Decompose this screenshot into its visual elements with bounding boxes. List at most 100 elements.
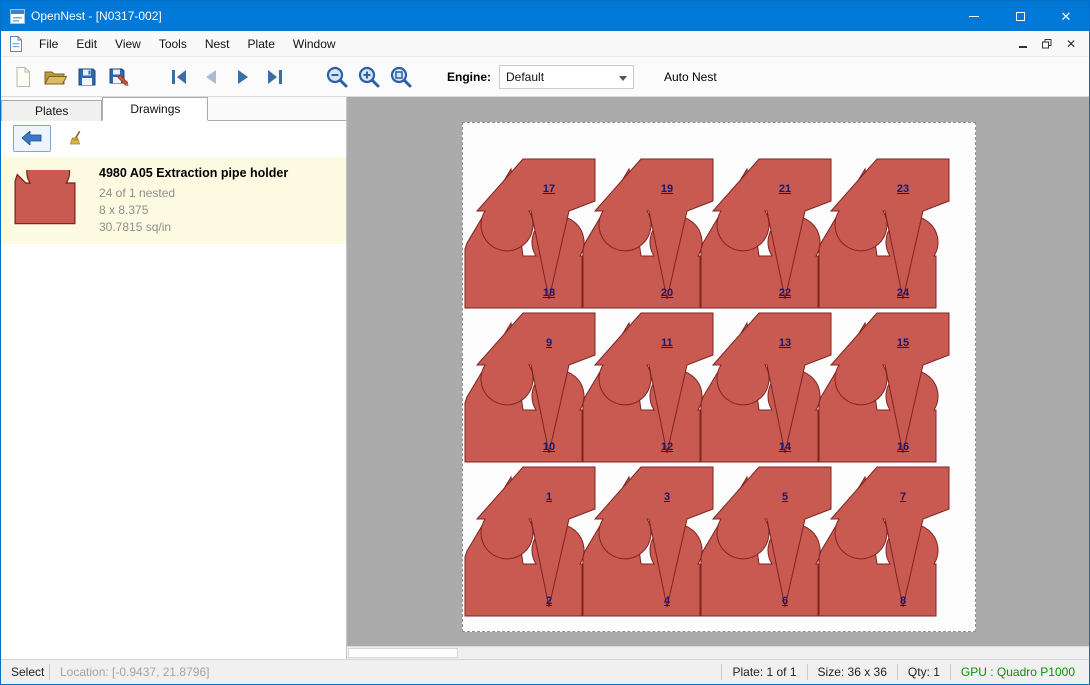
- close-button[interactable]: ✕: [1043, 1, 1089, 31]
- first-icon: [168, 66, 190, 88]
- nested-part-pair[interactable]: 9 10: [465, 311, 583, 464]
- new-button[interactable]: [7, 61, 39, 93]
- drawing-list-item[interactable]: 4980 A05 Extraction pipe holder 24 of 1 …: [1, 157, 346, 244]
- nest-canvas[interactable]: 17 18 19 20 21 22 23 24: [347, 97, 1089, 659]
- status-size: Size: 36 x 36: [808, 665, 897, 679]
- nested-part-pair[interactable]: 7 8: [819, 465, 937, 618]
- app-icon: [10, 9, 25, 24]
- chevron-down-icon: [619, 76, 627, 81]
- part-number-label: 1: [536, 491, 562, 503]
- status-mode: Select: [1, 665, 49, 679]
- minimize-icon: [969, 16, 979, 17]
- drawing-dimensions: 8 x 8.375: [99, 202, 288, 219]
- nested-part-pair[interactable]: 11 12: [583, 311, 701, 464]
- last-plate-button[interactable]: [259, 61, 291, 93]
- part-number-label: 11: [654, 337, 680, 349]
- nested-part-pair[interactable]: 15 16: [819, 311, 937, 464]
- nested-part-pair[interactable]: 1 2: [465, 465, 583, 618]
- menu-item-tools[interactable]: Tools: [150, 31, 196, 57]
- nested-part-pair[interactable]: 23 24: [819, 157, 937, 310]
- nested-part-pair[interactable]: 19 20: [583, 157, 701, 310]
- part-number-label: 12: [654, 441, 680, 453]
- status-qty: Qty: 1: [898, 665, 950, 679]
- part-number-label: 21: [772, 183, 798, 195]
- minimize-button[interactable]: [951, 1, 997, 31]
- menu-item-window[interactable]: Window: [284, 31, 345, 57]
- drawing-info: 4980 A05 Extraction pipe holder 24 of 1 …: [99, 166, 288, 235]
- app-window: OpenNest - [N0317-002] ✕ File Edit View …: [0, 0, 1090, 685]
- part-number-label: 13: [772, 337, 798, 349]
- nest-row: 9 10 11 12 13 14 15 16: [465, 311, 937, 464]
- menu-item-plate[interactable]: Plate: [239, 31, 284, 57]
- maximize-button[interactable]: [997, 1, 1043, 31]
- nested-part-pair[interactable]: 13 14: [701, 311, 819, 464]
- zoom-fit-button[interactable]: [385, 61, 417, 93]
- menu-item-nest[interactable]: Nest: [196, 31, 239, 57]
- plate-sheet[interactable]: 17 18 19 20 21 22 23 24: [462, 122, 976, 632]
- part-number-label: 6: [772, 595, 798, 607]
- zoom-out-button[interactable]: [321, 61, 353, 93]
- main-toolbar: Engine: Default Auto Nest: [1, 57, 1089, 97]
- part-number-label: 5: [772, 491, 798, 503]
- tab-plates[interactable]: Plates: [1, 100, 102, 121]
- new-file-icon: [12, 66, 34, 88]
- part-number-label: 9: [536, 337, 562, 349]
- mdi-minimize-icon: [1019, 46, 1027, 48]
- menu-item-view[interactable]: View: [106, 31, 150, 57]
- drawing-nested-count: 24 of 1 nested: [99, 185, 288, 202]
- mdi-restore-button[interactable]: [1035, 34, 1059, 54]
- zoom-fit-icon: [389, 65, 413, 89]
- mdi-minimize-button[interactable]: [1011, 34, 1035, 54]
- mdi-close-icon: ✕: [1066, 37, 1076, 51]
- save-edit-button[interactable]: [103, 61, 135, 93]
- broom-icon: [69, 126, 85, 150]
- menu-item-edit[interactable]: Edit: [67, 31, 106, 57]
- drawing-title: 4980 A05 Extraction pipe holder: [99, 166, 288, 180]
- part-number-label: 8: [890, 595, 916, 607]
- part-number-label: 10: [536, 441, 562, 453]
- status-plate: Plate: 1 of 1: [722, 665, 806, 679]
- previous-plate-button[interactable]: [195, 61, 227, 93]
- nested-part-pair[interactable]: 17 18: [465, 157, 583, 310]
- sidebar: Plates Drawings 4980 A05 Extraction pipe…: [1, 97, 347, 659]
- open-button[interactable]: [39, 61, 71, 93]
- tab-drawings[interactable]: Drawings: [102, 97, 208, 121]
- import-drawing-button[interactable]: [13, 125, 51, 152]
- horizontal-scrollbar[interactable]: [347, 646, 1089, 659]
- title-bar: OpenNest - [N0317-002] ✕: [1, 1, 1089, 31]
- blue-arrow-icon: [22, 131, 42, 145]
- next-plate-button[interactable]: [227, 61, 259, 93]
- part-number-label: 20: [654, 287, 680, 299]
- part-number-label: 15: [890, 337, 916, 349]
- auto-nest-button[interactable]: Auto Nest: [658, 69, 723, 85]
- document-icon[interactable]: [9, 36, 23, 52]
- nested-part-pair[interactable]: 21 22: [701, 157, 819, 310]
- previous-icon: [200, 66, 222, 88]
- next-icon: [232, 66, 254, 88]
- part-number-label: 2: [536, 595, 562, 607]
- zoom-in-button[interactable]: [353, 61, 385, 93]
- part-number-label: 24: [890, 287, 916, 299]
- engine-select[interactable]: Default: [499, 65, 634, 89]
- open-folder-icon: [43, 66, 67, 88]
- save-edit-icon: [108, 66, 130, 88]
- first-plate-button[interactable]: [163, 61, 195, 93]
- mdi-close-button[interactable]: ✕: [1059, 34, 1083, 54]
- status-bar: Select Location: [-0.9437, 21.8796] Plat…: [1, 659, 1089, 684]
- menu-item-file[interactable]: File: [30, 31, 67, 57]
- part-number-label: 3: [654, 491, 680, 503]
- part-number-label: 18: [536, 287, 562, 299]
- horizontal-scrollbar-thumb[interactable]: [348, 648, 458, 658]
- last-icon: [264, 66, 286, 88]
- engine-label: Engine:: [447, 70, 491, 84]
- nested-part-pair[interactable]: 5 6: [701, 465, 819, 618]
- save-button[interactable]: [71, 61, 103, 93]
- save-icon: [76, 66, 98, 88]
- part-number-label: 4: [654, 595, 680, 607]
- drawings-toolbar: [1, 121, 346, 155]
- part-number-label: 22: [772, 287, 798, 299]
- nested-part-pair[interactable]: 3 4: [583, 465, 701, 618]
- clear-drawings-button[interactable]: [63, 125, 91, 152]
- nest-row: 17 18 19 20 21 22 23 24: [465, 157, 937, 310]
- close-icon: ✕: [1061, 10, 1072, 23]
